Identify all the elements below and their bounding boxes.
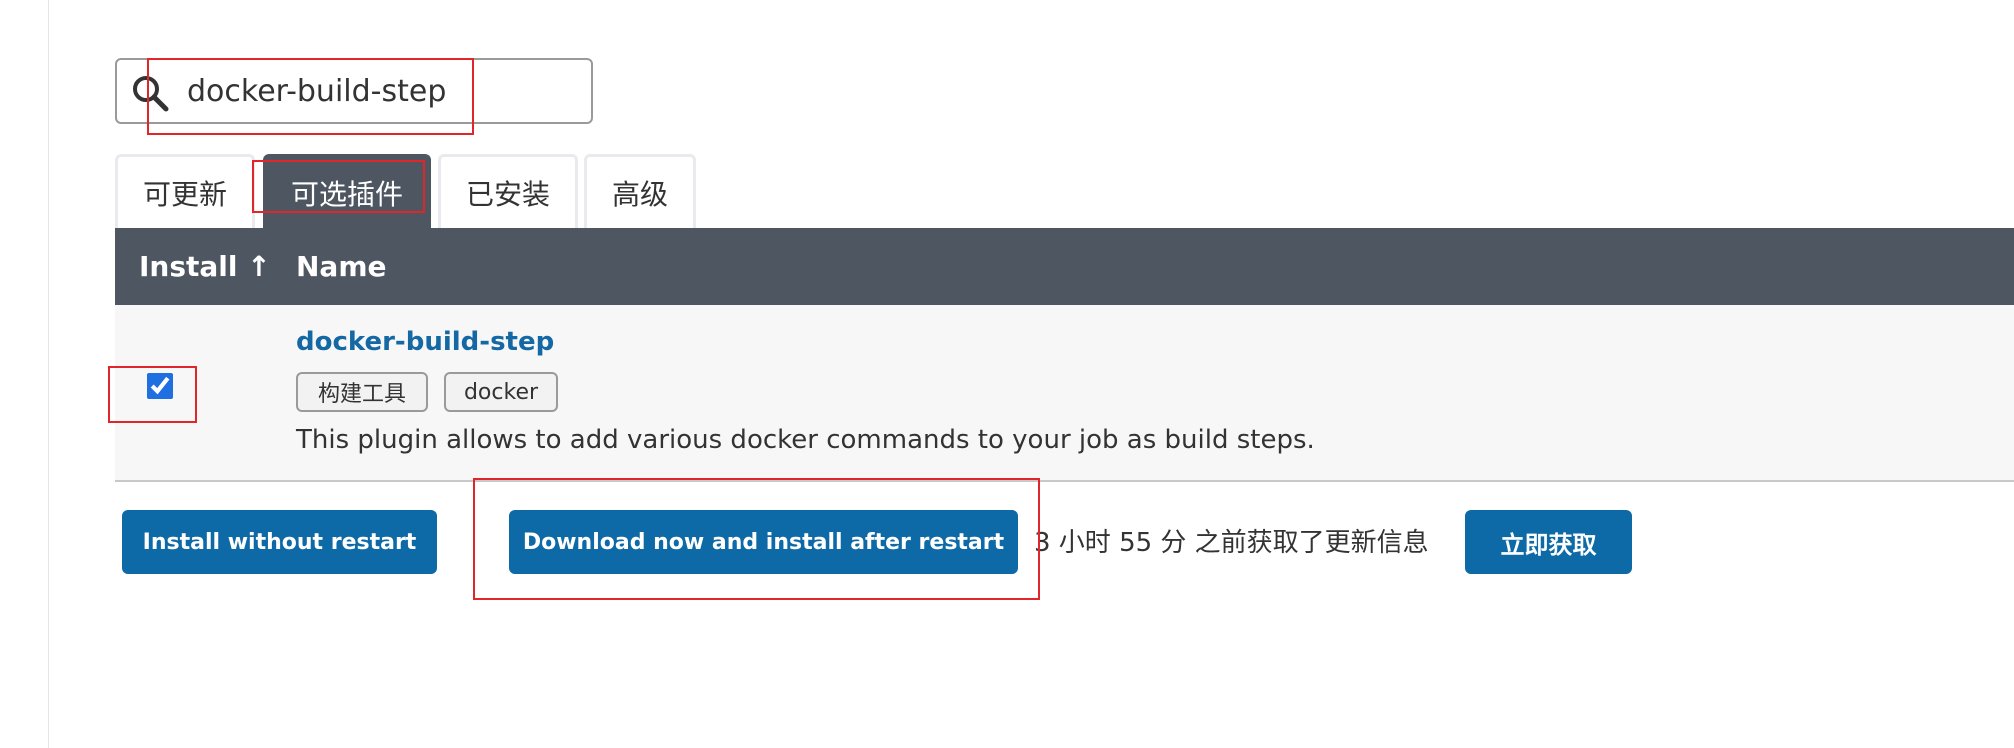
search-icon [133,76,169,112]
search-box[interactable] [115,58,593,124]
install-without-restart-button[interactable]: Install without restart [122,510,437,574]
tab-updates[interactable]: 可更新 [115,154,255,228]
update-info-text: 3 小时 55 分 之前获取了更新信息 [1034,528,1429,558]
tab-available[interactable]: 可选插件 [263,154,431,228]
install-checkbox[interactable] [147,373,173,399]
column-header-name[interactable]: Name [296,250,387,283]
table-row: docker-build-step 构建工具 docker This plugi… [115,305,2014,482]
tab-installed[interactable]: 已安装 [438,154,578,228]
column-header-install[interactable]: Install ↑ [139,250,271,283]
plugin-description: This plugin allows to add various docker… [296,425,1315,455]
tab-advanced[interactable]: 高级 [584,154,696,228]
tag-build-tools[interactable]: 构建工具 [296,372,428,412]
plugin-name-link[interactable]: docker-build-step [296,327,554,357]
tag-docker[interactable]: docker [444,372,558,412]
fetch-now-button[interactable]: 立即获取 [1465,510,1632,574]
download-install-after-restart-button[interactable]: Download now and install after restart [509,510,1018,574]
left-divider [48,0,49,748]
search-input[interactable] [187,68,577,114]
plugin-manager-page: 可更新 可选插件 已安装 高级 Install ↑ Name docker-bu… [0,0,2014,748]
table-header: Install ↑ Name [115,228,2014,305]
plugin-table: Install ↑ Name docker-build-step 构建工具 do… [115,228,2014,482]
